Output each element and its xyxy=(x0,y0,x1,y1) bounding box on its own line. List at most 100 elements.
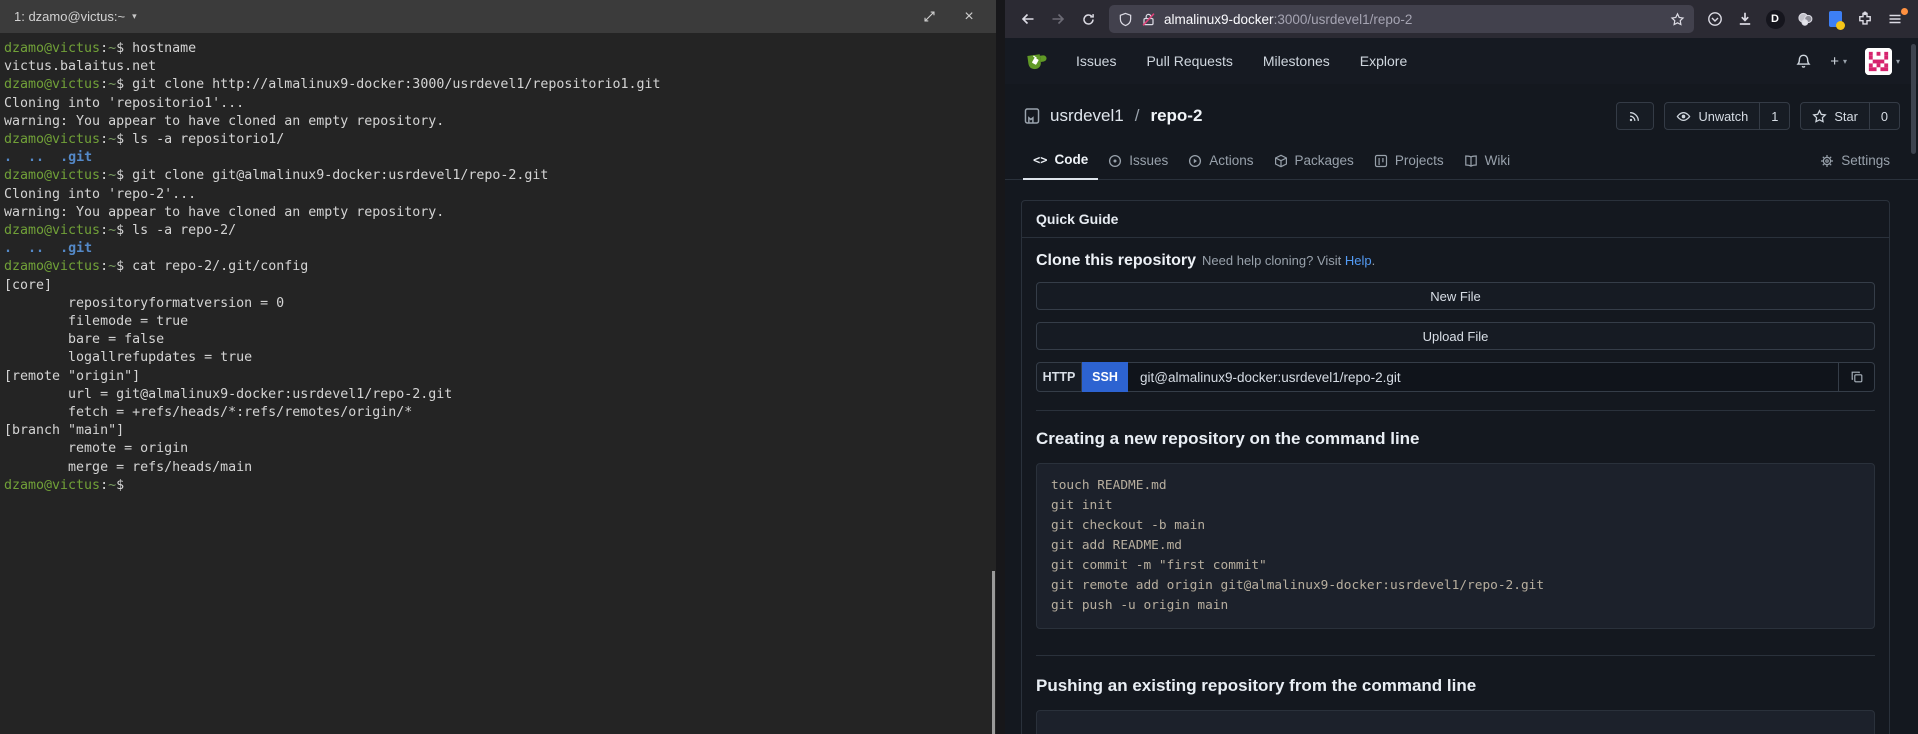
terminal-text-segment: . xyxy=(4,150,12,165)
terminal-text-segment: ~ xyxy=(108,132,116,147)
browser-page-scrollbar[interactable] xyxy=(1911,44,1916,154)
terminal-title-caret-icon[interactable]: ▾ xyxy=(132,11,137,22)
terminal-line: Cloning into 'repo-2'... xyxy=(4,186,996,204)
code-line: git checkout -b main xyxy=(1051,516,1860,536)
repo-name-link[interactable]: repo-2 xyxy=(1150,106,1202,126)
downloads-button[interactable] xyxy=(1730,5,1760,33)
clone-url-row: HTTP SSH git@almalinux9-docker:usrdevel1… xyxy=(1036,362,1875,392)
issue-icon xyxy=(1108,154,1122,168)
extension-d-button[interactable]: D xyxy=(1760,5,1790,33)
copy-url-button[interactable] xyxy=(1839,362,1875,392)
reload-button[interactable] xyxy=(1073,5,1103,33)
terminal-close-button[interactable]: × xyxy=(956,5,982,29)
terminal-output: dzamo@victus:~$ hostnamevictus.balaitus.… xyxy=(0,33,996,495)
terminal-text-segment: : xyxy=(100,168,108,183)
star-icon xyxy=(1812,109,1827,124)
terminal-line: . .. .git xyxy=(4,149,996,167)
package-icon xyxy=(1274,154,1288,168)
terminal-text-segment: Cloning into 'repositorio1'... xyxy=(4,96,244,111)
repo-icon xyxy=(1023,107,1041,125)
tab-packages[interactable]: Packages xyxy=(1264,153,1364,179)
terminal-text-segment: warning: You appear to have cloned an em… xyxy=(4,114,444,129)
terminal-text-segment: ~ xyxy=(108,223,116,238)
browser-window: almalinux9-docker:3000/usrdevel1/repo-2 xyxy=(1005,0,1918,734)
wiki-book-icon xyxy=(1464,154,1478,168)
terminal-text-segment: [remote "origin"] xyxy=(4,369,140,384)
repo-owner-link[interactable]: usrdevel1 xyxy=(1050,106,1124,126)
nav-milestones[interactable]: Milestones xyxy=(1263,53,1330,69)
terminal-line: url = git@almalinux9-docker:usrdevel1/re… xyxy=(4,386,996,404)
browser-toolbar: almalinux9-docker:3000/usrdevel1/repo-2 xyxy=(1005,0,1918,38)
terminal-text-segment: bare = false xyxy=(4,332,164,347)
unwatch-button[interactable]: Unwatch xyxy=(1665,103,1759,129)
terminal-titlebar[interactable]: 1: dzamo@victus:~ ▾ × xyxy=(0,0,996,33)
gitea-logo-icon[interactable] xyxy=(1023,48,1050,75)
rss-button[interactable] xyxy=(1617,103,1653,129)
clone-url-input[interactable]: git@almalinux9-docker:usrdevel1/repo-2.g… xyxy=(1128,362,1839,392)
url-bar[interactable]: almalinux9-docker:3000/usrdevel1/repo-2 xyxy=(1109,5,1694,33)
terminal-scrollbar[interactable] xyxy=(992,571,995,734)
forward-icon xyxy=(1050,11,1066,27)
extension-doc-icon xyxy=(1829,11,1842,27)
http-protocol-button[interactable]: HTTP xyxy=(1036,362,1082,392)
terminal-line: Cloning into 'repositorio1'... xyxy=(4,95,996,113)
extensions-button[interactable] xyxy=(1850,5,1880,33)
new-file-button[interactable]: New File xyxy=(1036,282,1875,310)
tab-wiki-label: Wiki xyxy=(1485,153,1511,168)
terminal-text-segment: remote = origin xyxy=(4,441,188,456)
watch-count[interactable]: 1 xyxy=(1759,103,1789,129)
repo-content: Quick Guide Clone this repositoryNeed he… xyxy=(1005,180,1918,734)
tab-code[interactable]: <> Code xyxy=(1023,152,1098,180)
create-new-button[interactable]: + ▾ xyxy=(1830,53,1847,70)
nav-pull-requests[interactable]: Pull Requests xyxy=(1146,53,1232,69)
back-icon xyxy=(1020,11,1036,27)
star-button[interactable]: Star xyxy=(1801,103,1868,129)
nav-explore[interactable]: Explore xyxy=(1360,53,1407,69)
repo-title: usrdevel1 / repo-2 xyxy=(1023,106,1202,126)
tab-issues-label: Issues xyxy=(1129,153,1168,168)
help-link[interactable]: Help xyxy=(1345,253,1372,268)
actions-icon xyxy=(1188,154,1202,168)
terminal-text-segment: dzamo@victus xyxy=(4,223,100,238)
url-path: :3000/usrdevel1/repo-2 xyxy=(1274,12,1413,27)
terminal-text-segment: $ ls -a repo-2/ xyxy=(116,223,236,238)
notifications-button[interactable] xyxy=(1795,53,1812,70)
repo-header: usrdevel1 / repo-2 xyxy=(1005,84,1918,142)
url-text[interactable]: almalinux9-docker:3000/usrdevel1/repo-2 xyxy=(1164,12,1670,27)
menu-button[interactable] xyxy=(1880,5,1910,33)
ssh-protocol-button[interactable]: SSH xyxy=(1082,362,1128,392)
terminal-text-segment: ~ xyxy=(108,41,116,56)
terminal-line: [remote "origin"] xyxy=(4,368,996,386)
back-button[interactable] xyxy=(1013,5,1043,33)
code-line: git push -u origin main xyxy=(1051,596,1860,616)
pocket-button[interactable] xyxy=(1700,5,1730,33)
terminal-line: dzamo@victus:~$ git clone git@almalinux9… xyxy=(4,167,996,185)
terminal-text-segment: logallrefupdates = true xyxy=(4,350,252,365)
tab-wiki[interactable]: Wiki xyxy=(1454,153,1521,179)
tab-projects[interactable]: Projects xyxy=(1364,153,1454,179)
projects-icon xyxy=(1374,154,1388,168)
tab-issues[interactable]: Issues xyxy=(1098,153,1178,179)
terminal-maximize-button[interactable] xyxy=(916,5,942,29)
user-menu[interactable]: ▾ xyxy=(1865,48,1900,75)
insecure-lock-icon[interactable] xyxy=(1141,12,1156,27)
star-button-group: Star 0 xyxy=(1800,102,1900,130)
upload-file-button[interactable]: Upload File xyxy=(1036,322,1875,350)
tracking-shield-icon[interactable] xyxy=(1118,12,1133,27)
star-count[interactable]: 0 xyxy=(1869,103,1899,129)
terminal-line: dzamo@victus:~$ cat repo-2/.git/config xyxy=(4,258,996,276)
tab-settings[interactable]: Settings xyxy=(1810,153,1900,179)
tab-packages-label: Packages xyxy=(1295,153,1354,168)
watch-button-group: Unwatch 1 xyxy=(1664,102,1790,130)
extension-gray-button[interactable] xyxy=(1790,5,1820,33)
maximize-icon xyxy=(923,10,936,23)
bell-icon xyxy=(1795,53,1812,70)
extension-doc-button[interactable] xyxy=(1820,5,1850,33)
bookmark-star-icon[interactable] xyxy=(1670,12,1685,27)
terminal-line: dzamo@victus:~$ hostname xyxy=(4,40,996,58)
code-line: git init xyxy=(1051,496,1860,516)
tab-actions[interactable]: Actions xyxy=(1178,153,1263,179)
nav-issues[interactable]: Issues xyxy=(1076,53,1116,69)
terminal-line: warning: You appear to have cloned an em… xyxy=(4,113,996,131)
forward-button[interactable] xyxy=(1043,5,1073,33)
